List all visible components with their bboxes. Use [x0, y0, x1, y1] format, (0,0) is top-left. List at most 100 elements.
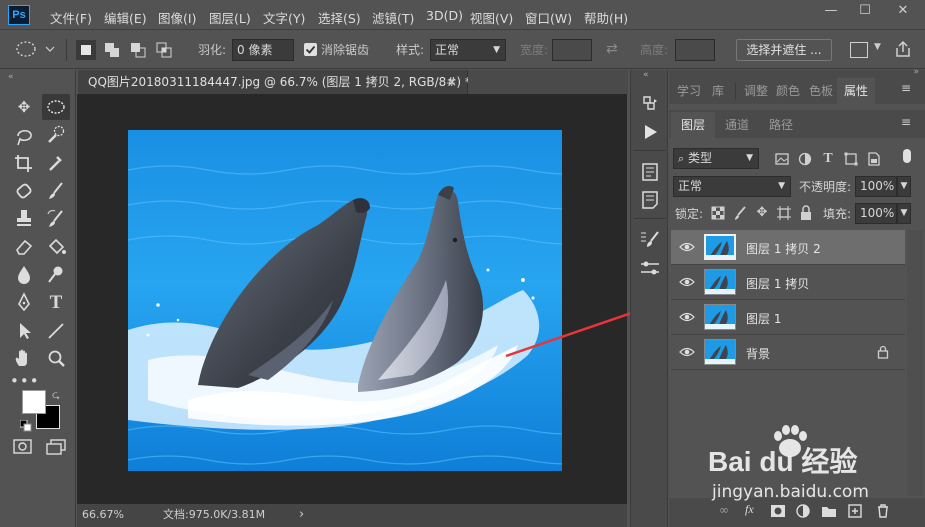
tab-channels[interactable]: 通道 — [717, 112, 757, 138]
actions-play-icon[interactable] — [631, 118, 669, 146]
notes-panel-icon[interactable] — [631, 186, 669, 214]
clone-stamp-tool-icon[interactable] — [10, 206, 38, 232]
menu-image[interactable]: 图像(I) — [158, 8, 196, 27]
delete-layer-icon[interactable] — [875, 503, 891, 519]
zoom-tool-icon[interactable] — [42, 346, 70, 372]
filter-type-icon[interactable]: T — [819, 150, 837, 168]
close-icon[interactable]: × — [447, 70, 457, 94]
add-mask-icon[interactable] — [770, 503, 786, 519]
menu-window[interactable]: 窗口(W) — [525, 8, 572, 27]
visibility-eye-icon[interactable] — [679, 240, 695, 254]
menu-type[interactable]: 文字(Y) — [263, 8, 305, 27]
healing-brush-tool-icon[interactable] — [10, 178, 38, 204]
menu-select[interactable]: 选择(S) — [318, 8, 361, 27]
lock-pixels-icon[interactable] — [731, 204, 749, 222]
fill-input[interactable]: 100% — [855, 203, 897, 224]
brush-tool-icon[interactable] — [42, 178, 70, 204]
menu-edit[interactable]: 编辑(E) — [104, 8, 147, 27]
feather-input[interactable]: 0 像素 — [232, 39, 294, 61]
pen-tool-icon[interactable] — [10, 290, 38, 316]
tab-learn[interactable]: 学习 — [673, 78, 705, 104]
menu-help[interactable]: 帮助(H) — [584, 8, 628, 27]
adjustments-sliders-icon[interactable] — [631, 254, 669, 282]
foreground-color-swatch[interactable] — [22, 390, 46, 414]
eraser-tool-icon[interactable] — [10, 234, 38, 260]
layer-style-fx-icon[interactable]: fx — [745, 502, 754, 517]
lock-artboard-icon[interactable] — [775, 204, 793, 222]
link-layers-icon[interactable]: ∞ — [719, 503, 729, 517]
tab-swatches[interactable]: 色板 — [805, 78, 837, 104]
move-tool-icon[interactable]: ✥ — [10, 94, 38, 120]
line-tool-icon[interactable] — [42, 318, 70, 344]
filter-adjustment-icon[interactable] — [796, 150, 814, 168]
zoom-level[interactable]: 66.67% — [82, 504, 124, 526]
opacity-input[interactable]: 100% — [855, 176, 897, 197]
history-panel-icon[interactable] — [631, 90, 669, 118]
tab-paths[interactable]: 路径 — [761, 112, 801, 138]
properties-panel-icon[interactable] — [631, 158, 669, 186]
lock-transparency-icon[interactable] — [709, 204, 727, 222]
crop-tool-icon[interactable] — [10, 150, 38, 176]
tab-properties[interactable]: 属性 — [837, 78, 875, 104]
type-tool-icon[interactable]: T — [42, 290, 70, 316]
minimize-button[interactable]: — — [814, 0, 848, 22]
new-selection-button[interactable] — [76, 40, 96, 60]
layer-row[interactable]: 背景 — [671, 335, 905, 370]
menu-file[interactable]: 文件(F) — [50, 8, 92, 27]
swap-colors-icon[interactable]: ⮎ — [52, 388, 60, 405]
paint-bucket-tool-icon[interactable] — [42, 234, 70, 260]
share-icon[interactable] — [894, 40, 912, 58]
status-menu-arrow-icon[interactable]: › — [299, 504, 304, 526]
quick-selection-tool-icon[interactable] — [42, 122, 70, 148]
menu-filter[interactable]: 滤镜(T) — [372, 8, 414, 27]
style-select[interactable]: 正常 ▼ — [430, 39, 506, 61]
path-selection-tool-icon[interactable] — [10, 318, 38, 344]
chevron-down-icon[interactable]: ▼ — [874, 42, 881, 52]
blur-tool-icon[interactable] — [10, 262, 38, 288]
filter-shape-icon[interactable] — [842, 150, 860, 168]
eyedropper-tool-icon[interactable] — [42, 150, 70, 176]
visibility-eye-icon[interactable] — [679, 310, 695, 324]
maximize-button[interactable]: ☐ — [848, 0, 882, 22]
history-brush-tool-icon[interactable] — [42, 206, 70, 232]
intersect-selection-button[interactable] — [154, 40, 174, 60]
adjustment-layer-icon[interactable] — [795, 503, 811, 519]
swap-width-height-icon[interactable]: ⇄ — [606, 41, 618, 57]
tab-layers[interactable]: 图层 — [671, 112, 715, 138]
height-input[interactable] — [675, 39, 715, 61]
layer-filter-select[interactable]: ⌕ 类型 ▼ — [673, 148, 759, 169]
quick-mask-icon[interactable] — [12, 438, 34, 456]
layer-row[interactable]: 图层 1 — [671, 300, 905, 335]
collapse-arrows-icon[interactable]: » — [913, 67, 919, 77]
visibility-eye-icon[interactable] — [679, 345, 695, 359]
close-button[interactable]: ✕ — [886, 0, 920, 22]
new-layer-icon[interactable] — [847, 503, 863, 519]
menu-3d[interactable]: 3D(D) — [426, 8, 463, 23]
visibility-eye-icon[interactable] — [679, 275, 695, 289]
layer-row[interactable]: 图层 1 拷贝 — [671, 265, 905, 300]
elliptical-marquee-tool-icon[interactable] — [42, 94, 70, 120]
width-input[interactable] — [552, 39, 592, 61]
workspace-icon[interactable] — [850, 42, 868, 58]
lasso-tool-icon[interactable] — [10, 122, 38, 148]
document-tab[interactable]: QQ图片20180311184447.jpg @ 66.7% (图层 1 拷贝 … — [78, 70, 471, 94]
lock-position-icon[interactable]: ✥ — [753, 204, 771, 222]
tab-adjustments[interactable]: 调整 — [739, 78, 773, 104]
brush-settings-icon[interactable] — [631, 226, 669, 254]
panel-menu-icon[interactable]: ≡ — [901, 82, 911, 94]
panel-menu-icon[interactable]: ≡ — [901, 116, 911, 128]
subtract-selection-button[interactable] — [128, 40, 148, 60]
new-group-icon[interactable] — [821, 503, 837, 519]
menu-layer[interactable]: 图层(L) — [209, 8, 251, 27]
collapse-arrows-icon[interactable]: « — [8, 72, 14, 82]
chevron-down-icon[interactable]: ▼ — [897, 203, 911, 224]
menu-view[interactable]: 视图(V) — [470, 8, 513, 27]
select-and-mask-button[interactable]: 选择并遮住 ... — [736, 39, 832, 61]
filter-smart-object-icon[interactable] — [865, 150, 883, 168]
blend-mode-select[interactable]: 正常 ▼ — [673, 176, 791, 197]
filter-toggle[interactable] — [903, 149, 911, 163]
screen-mode-icon[interactable] — [44, 438, 68, 456]
layers-scrollbar[interactable] — [907, 230, 923, 496]
dodge-tool-icon[interactable] — [42, 262, 70, 288]
expand-arrows-icon[interactable]: « — [643, 70, 649, 80]
